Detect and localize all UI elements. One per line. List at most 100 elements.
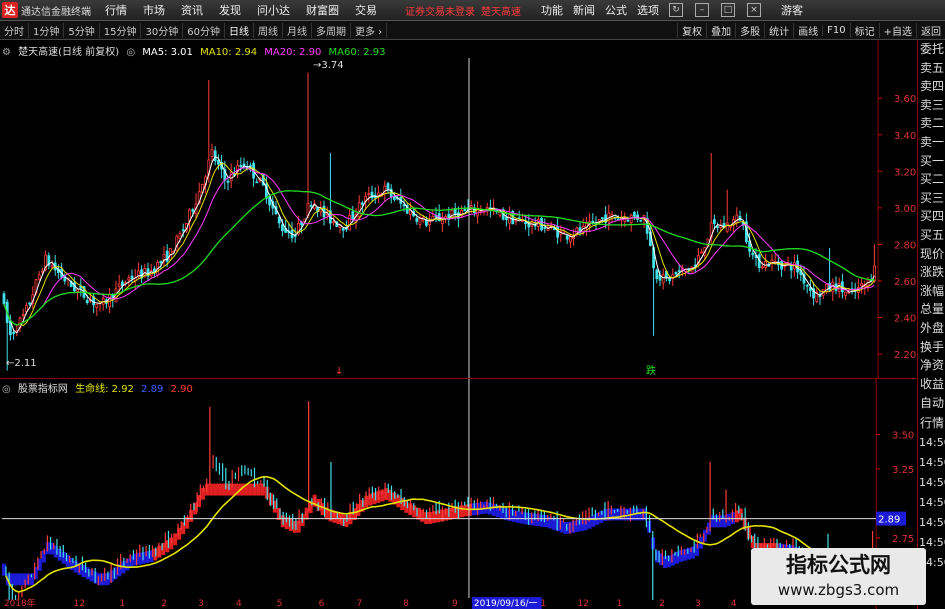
tab-entrust[interactable]: 委托 (918, 40, 945, 59)
ribbon-band-group (1, 483, 875, 586)
ribbon-segment (515, 510, 520, 523)
period-toolbar: 分时 1分钟 5分钟 15分钟 30分钟 60分钟 日线 周线 月线 多周期 更… (0, 21, 945, 40)
ribbon-segment (221, 483, 226, 496)
tab-ask3[interactable]: 卖三 (918, 96, 945, 115)
candle-body (508, 214, 512, 224)
period-1min[interactable]: 1分钟 (29, 22, 65, 38)
period-15min[interactable]: 15分钟 (100, 22, 142, 38)
candle-body (309, 205, 313, 207)
tool-overlay[interactable]: 叠加 (706, 22, 735, 38)
menu-trade[interactable]: 交易 (355, 2, 377, 18)
tool-back[interactable]: 返回 (916, 22, 945, 38)
ma-toggle-icon[interactable]: ◎ (126, 47, 135, 58)
tab-ask2[interactable]: 卖二 (918, 114, 945, 133)
tab-bid5[interactable]: 买五 (918, 226, 945, 245)
sub-tick-label: 2.75 (892, 534, 914, 545)
candle-body (28, 302, 32, 305)
candle-body (674, 271, 678, 275)
menu-quotes[interactable]: 行情 (105, 2, 127, 18)
indicator-toggle-icon[interactable]: ◎ (2, 384, 11, 395)
menu-news[interactable]: 资讯 (181, 2, 203, 18)
period-timeshare[interactable]: 分时 (0, 22, 29, 38)
time-label: 14:50 (919, 456, 945, 470)
tab-net-asset[interactable]: 净资 (918, 356, 945, 375)
tab-turnover[interactable]: 换手 (918, 338, 945, 357)
menu-formula[interactable]: 公式 (605, 2, 627, 18)
candle-body (521, 220, 524, 222)
period-monthly[interactable]: 月线 (283, 22, 312, 38)
menu-function[interactable]: 功能 (541, 2, 563, 18)
guest-user[interactable]: 游客 (781, 2, 803, 18)
price-tick-label: 2.80 (894, 240, 916, 251)
tab-ask5[interactable]: 卖五 (918, 59, 945, 78)
tab-bid2[interactable]: 买二 (918, 170, 945, 189)
menu-market[interactable]: 市场 (143, 2, 165, 18)
menu-options[interactable]: 选项 (637, 2, 659, 18)
tab-market[interactable]: 行情 (918, 413, 945, 433)
candle-body (725, 222, 729, 232)
tab-change-pct[interactable]: 涨幅 (918, 282, 945, 301)
tab-volume[interactable]: 总量 (918, 300, 945, 319)
candle-body (553, 228, 556, 231)
tool-restore-rights[interactable]: 复权 (677, 22, 706, 38)
tool-stats[interactable]: 统计 (764, 22, 793, 38)
menu-news-right[interactable]: 新闻 (573, 2, 595, 18)
period-5min[interactable]: 5分钟 (64, 22, 100, 38)
period-60min[interactable]: 60分钟 (183, 22, 225, 38)
time-axis-label: 3 (198, 599, 204, 609)
menu-wealth[interactable]: 财富圈 (306, 2, 339, 18)
candle-body (569, 236, 572, 243)
candle-body (357, 202, 361, 217)
candle-body (402, 204, 406, 207)
close-icon[interactable]: × (747, 3, 761, 17)
candle-body (729, 225, 732, 228)
candle-body (242, 163, 246, 167)
time-axis-label: 2018年 (4, 597, 36, 609)
tab-bid1[interactable]: 买一 (918, 152, 945, 171)
menu-ask[interactable]: 问小达 (257, 2, 290, 18)
candle-body (601, 217, 604, 219)
tab-price[interactable]: 现价 (918, 245, 945, 264)
period-multi[interactable]: 多周期 (312, 22, 351, 38)
candle-body (735, 214, 739, 224)
tool-multi-stock[interactable]: 多股 (735, 22, 764, 38)
tool-draw-line[interactable]: 画线 (793, 22, 822, 38)
candle-body (41, 270, 44, 273)
candle-body (524, 221, 527, 225)
ribbon-segment (248, 483, 253, 496)
tab-auto[interactable]: 自动 (918, 393, 945, 413)
ribbon-segment (463, 504, 468, 517)
refresh-icon[interactable]: ↻ (669, 3, 683, 17)
menu-discover[interactable]: 发现 (219, 2, 241, 18)
tab-ask1[interactable]: 卖一 (918, 133, 945, 152)
candle-body (159, 260, 163, 264)
period-weekly[interactable]: 周线 (254, 22, 283, 38)
tool-f10[interactable]: F10 (822, 24, 849, 36)
period-daily[interactable]: 日线 (225, 22, 254, 38)
tab-bid4[interactable]: 买四 (918, 207, 945, 226)
login-status[interactable]: 证券交易未登录 (405, 3, 475, 18)
minimize-icon[interactable]: – (695, 3, 709, 17)
time-label: 14:50 (919, 496, 945, 510)
candle-body (181, 229, 185, 232)
tab-change[interactable]: 涨跌 (918, 263, 945, 282)
time-axis-label: 5 (277, 599, 283, 609)
period-more[interactable]: 更多 › (351, 22, 388, 38)
tab-earnings[interactable]: 收益 (918, 375, 945, 394)
tab-outer[interactable]: 外盘 (918, 319, 945, 338)
candlestick-chart[interactable]: 3.60 3.40 3.20 3.00 2.80 2.60 2.40 2.20 →3.74 ←2.… (0, 40, 917, 378)
candle-body (504, 216, 508, 220)
settings-gear-icon[interactable]: ⚙ (2, 47, 11, 58)
crosshair-date-label: 2019/09/16/一 (474, 599, 538, 609)
candle-body (626, 219, 630, 222)
maximize-icon[interactable]: □ (721, 3, 735, 17)
tool-mark[interactable]: 标记 (849, 22, 879, 38)
tab-bid3[interactable]: 买三 (918, 189, 945, 208)
time-axis-label: 9 (452, 599, 458, 609)
tool-add-watchlist[interactable]: +自选 (878, 22, 916, 38)
lifeline-line (5, 475, 873, 593)
tab-ask4[interactable]: 卖四 (918, 77, 945, 96)
candle-body (633, 211, 636, 217)
period-30min[interactable]: 30分钟 (141, 22, 184, 38)
candle-body (761, 266, 764, 269)
